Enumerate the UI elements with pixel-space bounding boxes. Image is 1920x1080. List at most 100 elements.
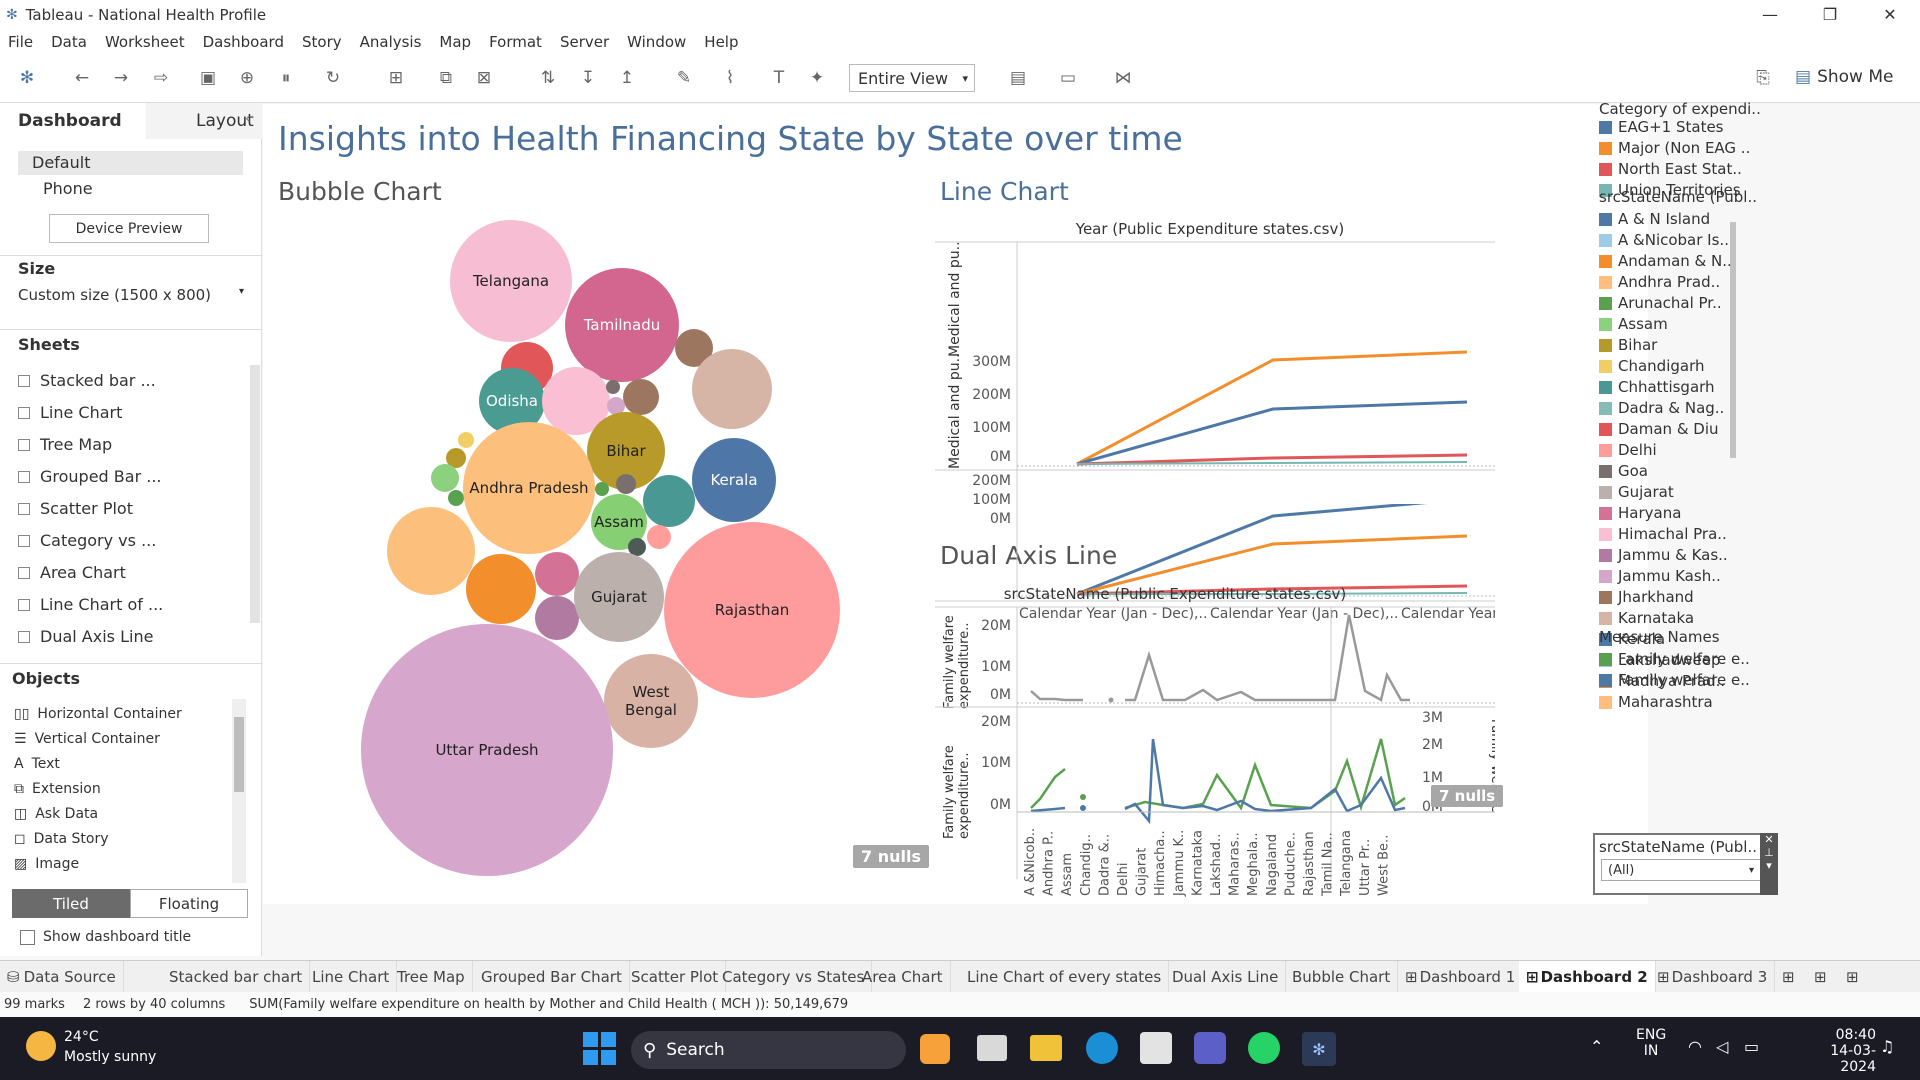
legend-item[interactable]: Bihar: [1599, 336, 1657, 354]
close-icon[interactable]: ✕: [1760, 833, 1778, 846]
new-worksheet-icon[interactable]: ⊞: [385, 67, 407, 89]
bubble[interactable]: [643, 475, 695, 527]
notification-bell-icon[interactable]: ♫: [1880, 1037, 1894, 1056]
object-image[interactable]: ▨ Image: [14, 856, 79, 872]
pin-icon[interactable]: ✦: [806, 67, 828, 89]
objects-scrollbar[interactable]: [232, 699, 246, 883]
sheet-tab[interactable]: ⛁ Data Source: [0, 961, 124, 993]
floating-button[interactable]: Floating: [130, 889, 248, 918]
sheets-scrollbar[interactable]: [250, 365, 260, 623]
menu-format[interactable]: Format: [481, 33, 552, 51]
share-icon[interactable]: ⋈: [1112, 67, 1134, 89]
sheet-tab[interactable]: Grouped Bar Chart: [474, 961, 630, 993]
legend-item[interactable]: Chandigarh: [1599, 357, 1705, 375]
sheet-item[interactable]: Stacked bar ...: [18, 371, 156, 390]
sort-descending-icon[interactable]: ↥: [616, 67, 638, 89]
bubble[interactable]: [535, 552, 579, 596]
legend-item[interactable]: Andhra Prad..: [1599, 273, 1720, 291]
close-icon[interactable]: ✕: [1860, 0, 1920, 29]
object-data-story[interactable]: ◻ Data Story: [14, 831, 109, 847]
duplicate-icon[interactable]: ⧉: [435, 67, 457, 89]
sheet-tab[interactable]: Category vs States: [715, 961, 873, 993]
point[interactable]: [1108, 697, 1114, 703]
battery-icon[interactable]: ▭: [1744, 1037, 1759, 1056]
device-phone[interactable]: Phone: [43, 179, 93, 198]
object-ask-data[interactable]: ◫ Ask Data: [14, 806, 98, 822]
menu-story[interactable]: Story: [294, 33, 352, 51]
legend-item[interactable]: Karnataka: [1599, 609, 1694, 627]
collapse-pane-icon[interactable]: ‹: [245, 111, 251, 127]
sheet-tab[interactable]: ⊞ Dashboard 2: [1519, 961, 1656, 993]
guide-icon[interactable]: ⎘: [1752, 67, 1774, 89]
bubble[interactable]: [466, 554, 536, 624]
legend-item[interactable]: EAG+1 States: [1599, 118, 1724, 136]
edge-icon[interactable]: [1086, 1032, 1118, 1064]
legend-item[interactable]: Andaman & N..: [1599, 252, 1732, 270]
weather-desc[interactable]: Mostly sunny: [64, 1049, 156, 1065]
sheet-tab[interactable]: Line Chart: [305, 961, 398, 993]
legend-item[interactable]: Goa: [1599, 462, 1648, 480]
menu-file[interactable]: File: [0, 33, 43, 51]
size-select[interactable]: Custom size (1500 x 800) ▾: [18, 286, 244, 304]
new-worksheet-icon[interactable]: ⊞: [1775, 961, 1802, 993]
replay-icon[interactable]: ⇨: [150, 67, 172, 89]
device-default[interactable]: Default: [18, 151, 243, 175]
sheet-tab[interactable]: ⊞ Dashboard 1: [1398, 961, 1524, 993]
nulls-indicator-dual[interactable]: 7 nulls: [1431, 785, 1504, 807]
store-icon[interactable]: [1140, 1032, 1172, 1064]
fit-select[interactable]: Entire View ▾: [849, 64, 975, 92]
menu-worksheet[interactable]: Worksheet: [97, 33, 195, 51]
weather-icon[interactable]: [26, 1031, 56, 1061]
legend-item[interactable]: Jammu Kash..: [1599, 567, 1721, 585]
new-data-source-icon[interactable]: ⊕: [236, 67, 258, 89]
legend-item[interactable]: Daman & Diu: [1599, 420, 1719, 438]
point[interactable]: [1080, 794, 1086, 800]
legend-item[interactable]: Arunachal Pr..: [1599, 294, 1722, 312]
sheet-tab[interactable]: ⊞ Dashboard 3: [1650, 961, 1776, 993]
show-title-checkbox[interactable]: Show dashboard title: [20, 929, 191, 945]
legend-item[interactable]: Chhattisgarh: [1599, 378, 1715, 396]
restore-icon[interactable]: ❐: [1800, 0, 1860, 29]
line-measure-green[interactable]: [1124, 738, 1406, 812]
show-me-button[interactable]: ▤ Show Me: [1795, 67, 1893, 87]
object-text[interactable]: A Text: [14, 756, 60, 772]
undo-icon[interactable]: ←: [71, 67, 93, 89]
bubble[interactable]: [595, 482, 609, 496]
bubble[interactable]: [387, 507, 475, 595]
sheet-item[interactable]: Tree Map: [18, 435, 112, 454]
show-cards-icon[interactable]: ▤: [1007, 67, 1029, 89]
legend-item[interactable]: Assam: [1599, 315, 1668, 333]
bubble[interactable]: [647, 525, 671, 549]
menu-help[interactable]: Help: [696, 33, 748, 51]
bubble[interactable]: [692, 349, 772, 429]
state-filter-select[interactable]: (All) ▾: [1601, 859, 1761, 881]
pause-updates-icon[interactable]: ⏸: [275, 67, 297, 89]
sheet-item[interactable]: Category vs ...: [18, 531, 156, 550]
sheet-item[interactable]: Dual Axis Line: [18, 627, 153, 646]
copilot-icon[interactable]: [920, 1034, 950, 1064]
sheet-tab[interactable]: Scatter Plot: [624, 961, 727, 993]
menu-map[interactable]: Map: [431, 33, 481, 51]
legend-item[interactable]: Jammu & Kas..: [1599, 546, 1728, 564]
bubble-kerala[interactable]: Kerala: [692, 438, 776, 522]
task-view-icon[interactable]: [977, 1035, 1007, 1061]
sort-ascending-icon[interactable]: ↧: [577, 67, 599, 89]
point[interactable]: [1080, 805, 1086, 811]
sheet-tab[interactable]: Stacked bar chart: [162, 961, 311, 993]
bubble[interactable]: [535, 596, 579, 640]
bubble-telangana[interactable]: Telangana: [450, 220, 572, 342]
bubble[interactable]: [616, 474, 636, 494]
bubble-uttar-pradesh[interactable]: Uttar Pradesh: [361, 624, 613, 876]
minimize-icon[interactable]: —: [1740, 0, 1800, 29]
sheet-item[interactable]: Line Chart: [18, 403, 122, 422]
line-measure-green[interactable]: [1030, 768, 1066, 809]
group-icon[interactable]: ⌇: [719, 67, 741, 89]
bubble[interactable]: [623, 379, 659, 415]
menu-server[interactable]: Server: [552, 33, 619, 51]
menu-dashboard[interactable]: Dashboard: [195, 33, 294, 51]
legend-item[interactable]: Delhi: [1599, 441, 1657, 459]
sheet-tab[interactable]: Bubble Chart: [1285, 961, 1399, 993]
legend-item[interactable]: Himachal Pra..: [1599, 525, 1727, 543]
nulls-indicator[interactable]: 7 nulls: [853, 845, 929, 868]
sheet-item[interactable]: Scatter Plot: [18, 499, 133, 518]
